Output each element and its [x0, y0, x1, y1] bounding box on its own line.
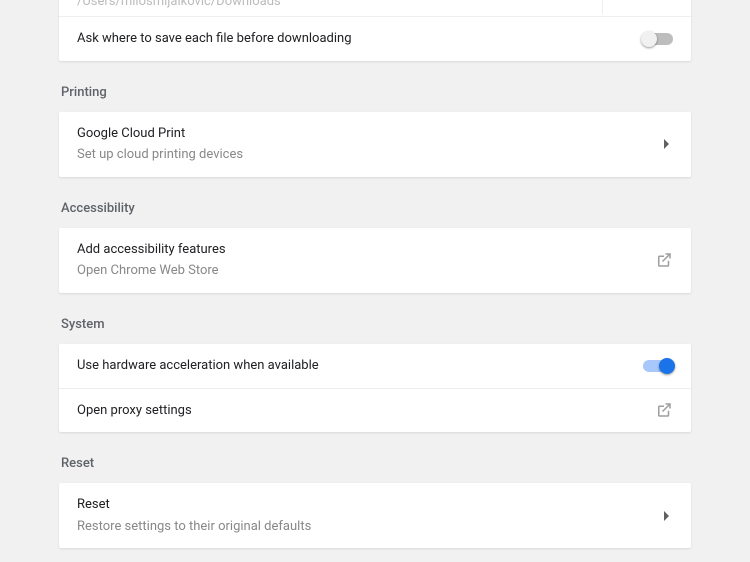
cloud-print-row[interactable]: Google Cloud Print Set up cloud printing…	[59, 112, 691, 177]
section-title-system: System	[61, 317, 691, 332]
hw-accel-row: Use hardware acceleration when available	[59, 344, 691, 388]
add-accessibility-subtitle: Open Chrome Web Store	[77, 261, 639, 281]
external-link-icon	[655, 401, 673, 419]
reset-card: Reset Restore settings to their original…	[59, 483, 691, 548]
ask-save-location-row: Ask where to save each file before downl…	[59, 16, 691, 61]
system-card: Use hardware acceleration when available…	[59, 344, 691, 433]
section-title-printing: Printing	[61, 85, 691, 100]
proxy-settings-row[interactable]: Open proxy settings	[59, 388, 691, 433]
proxy-settings-title: Open proxy settings	[77, 401, 639, 421]
hw-accel-toggle[interactable]	[643, 360, 673, 372]
section-title-accessibility: Accessibility	[61, 201, 691, 216]
ask-save-toggle[interactable]	[643, 33, 673, 45]
add-accessibility-row[interactable]: Add accessibility features Open Chrome W…	[59, 228, 691, 293]
printing-card: Google Cloud Print Set up cloud printing…	[59, 112, 691, 177]
reset-subtitle: Restore settings to their original defau…	[77, 517, 648, 537]
ask-save-label: Ask where to save each file before downl…	[77, 29, 627, 49]
reset-title: Reset	[77, 495, 648, 515]
downloads-card: /Users/milosmijalkovic/Downloads Ask whe…	[59, 0, 691, 61]
chevron-right-icon	[664, 511, 669, 521]
reset-row[interactable]: Reset Restore settings to their original…	[59, 483, 691, 548]
section-title-reset: Reset	[61, 456, 691, 471]
add-accessibility-title: Add accessibility features	[77, 240, 639, 260]
accessibility-card: Add accessibility features Open Chrome W…	[59, 228, 691, 293]
hw-accel-title: Use hardware acceleration when available	[77, 356, 627, 376]
cloud-print-subtitle: Set up cloud printing devices	[77, 145, 648, 165]
download-location-path: /Users/milosmijalkovic/Downloads	[77, 0, 281, 9]
external-link-icon	[655, 251, 673, 269]
download-location-row: /Users/milosmijalkovic/Downloads	[59, 0, 691, 16]
cloud-print-title: Google Cloud Print	[77, 124, 648, 144]
chevron-right-icon	[664, 139, 669, 149]
